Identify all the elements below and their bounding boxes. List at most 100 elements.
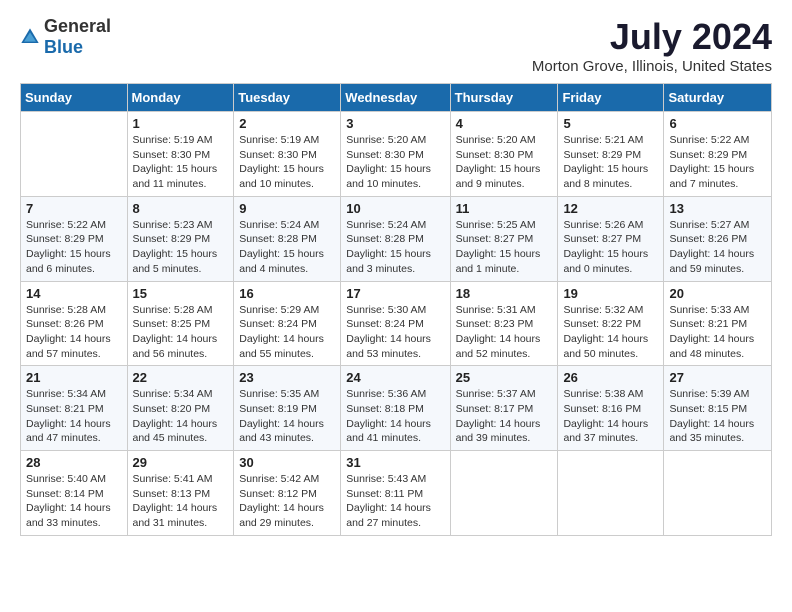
day-number: 6 xyxy=(669,116,766,131)
page-header: General Blue July 2024 Morton Grove, Ill… xyxy=(20,16,772,75)
day-info: Sunrise: 5:28 AMSunset: 8:25 PMDaylight:… xyxy=(133,303,229,362)
calendar-week-row: 7 Sunrise: 5:22 AMSunset: 8:29 PMDaylight… xyxy=(21,196,772,281)
calendar-cell: 30 Sunrise: 5:42 AMSunset: 8:12 PMDayligh… xyxy=(234,451,341,536)
day-info: Sunrise: 5:39 AMSunset: 8:15 PMDaylight:… xyxy=(669,387,766,446)
day-info: Sunrise: 5:33 AMSunset: 8:21 PMDaylight:… xyxy=(669,303,766,362)
day-info: Sunrise: 5:40 AMSunset: 8:14 PMDaylight:… xyxy=(26,472,122,531)
day-number: 8 xyxy=(133,201,229,216)
day-number: 2 xyxy=(239,116,335,131)
day-number: 17 xyxy=(346,286,444,301)
calendar-cell: 21Sunrise: 5:34 AMSunset: 8:21 PMDayligh… xyxy=(21,366,128,451)
day-number: 20 xyxy=(669,286,766,301)
day-info: Sunrise: 5:30 AMSunset: 8:24 PMDaylight:… xyxy=(346,303,444,362)
calendar-cell: 8 Sunrise: 5:23 AMSunset: 8:29 PMDaylight… xyxy=(127,196,234,281)
header-tuesday: Tuesday xyxy=(234,84,341,112)
day-info: Sunrise: 5:24 AMSunset: 8:28 PMDaylight:… xyxy=(346,218,444,277)
day-number: 1 xyxy=(133,116,229,131)
title-block: July 2024 Morton Grove, Illinois, United… xyxy=(532,16,772,75)
logo-blue: Blue xyxy=(44,37,83,57)
day-number: 7 xyxy=(26,201,122,216)
calendar-header-row: SundayMondayTuesdayWednesdayThursdayFrid… xyxy=(21,84,772,112)
calendar-cell: 3 Sunrise: 5:20 AMSunset: 8:30 PMDaylight… xyxy=(341,112,450,197)
header-monday: Monday xyxy=(127,84,234,112)
day-info: Sunrise: 5:25 AMSunset: 8:27 PMDaylight:… xyxy=(456,218,553,277)
logo-general: General xyxy=(44,16,111,36)
day-number: 4 xyxy=(456,116,553,131)
calendar-cell: 1 Sunrise: 5:19 AMSunset: 8:30 PMDaylight… xyxy=(127,112,234,197)
calendar-cell: 18 Sunrise: 5:31 AMSunset: 8:23 PMDayligh… xyxy=(450,281,558,366)
calendar-cell xyxy=(664,451,772,536)
day-info: Sunrise: 5:35 AMSunset: 8:19 PMDaylight:… xyxy=(239,387,335,446)
header-thursday: Thursday xyxy=(450,84,558,112)
day-number: 29 xyxy=(133,455,229,470)
calendar-week-row: 21Sunrise: 5:34 AMSunset: 8:21 PMDayligh… xyxy=(21,366,772,451)
calendar-cell: 23 Sunrise: 5:35 AMSunset: 8:19 PMDayligh… xyxy=(234,366,341,451)
day-info: Sunrise: 5:22 AMSunset: 8:29 PMDaylight:… xyxy=(669,133,766,192)
day-number: 9 xyxy=(239,201,335,216)
logo: General Blue xyxy=(20,16,111,58)
header-wednesday: Wednesday xyxy=(341,84,450,112)
day-info: Sunrise: 5:36 AMSunset: 8:18 PMDaylight:… xyxy=(346,387,444,446)
day-info: Sunrise: 5:20 AMSunset: 8:30 PMDaylight:… xyxy=(346,133,444,192)
day-number: 15 xyxy=(133,286,229,301)
day-info: Sunrise: 5:28 AMSunset: 8:26 PMDaylight:… xyxy=(26,303,122,362)
calendar-cell: 7 Sunrise: 5:22 AMSunset: 8:29 PMDaylight… xyxy=(21,196,128,281)
calendar-cell: 13Sunrise: 5:27 AMSunset: 8:26 PMDayligh… xyxy=(664,196,772,281)
day-info: Sunrise: 5:23 AMSunset: 8:29 PMDaylight:… xyxy=(133,218,229,277)
calendar-cell: 19 Sunrise: 5:32 AMSunset: 8:22 PMDayligh… xyxy=(558,281,664,366)
day-info: Sunrise: 5:19 AMSunset: 8:30 PMDaylight:… xyxy=(133,133,229,192)
day-info: Sunrise: 5:20 AMSunset: 8:30 PMDaylight:… xyxy=(456,133,553,192)
location-title: Morton Grove, Illinois, United States xyxy=(532,58,772,75)
calendar-cell: 16Sunrise: 5:29 AMSunset: 8:24 PMDayligh… xyxy=(234,281,341,366)
calendar-table: SundayMondayTuesdayWednesdayThursdayFrid… xyxy=(20,83,772,536)
calendar-cell: 20 Sunrise: 5:33 AMSunset: 8:21 PMDayligh… xyxy=(664,281,772,366)
calendar-cell: 5Sunrise: 5:21 AMSunset: 8:29 PMDaylight… xyxy=(558,112,664,197)
day-number: 16 xyxy=(239,286,335,301)
calendar-cell: 4 Sunrise: 5:20 AMSunset: 8:30 PMDaylight… xyxy=(450,112,558,197)
day-info: Sunrise: 5:31 AMSunset: 8:23 PMDaylight:… xyxy=(456,303,553,362)
day-number: 5 xyxy=(563,116,658,131)
day-number: 23 xyxy=(239,370,335,385)
day-number: 19 xyxy=(563,286,658,301)
day-info: Sunrise: 5:24 AMSunset: 8:28 PMDaylight:… xyxy=(239,218,335,277)
day-info: Sunrise: 5:19 AMSunset: 8:30 PMDaylight:… xyxy=(239,133,335,192)
day-info: Sunrise: 5:34 AMSunset: 8:20 PMDaylight:… xyxy=(133,387,229,446)
calendar-cell: 29 Sunrise: 5:41 AMSunset: 8:13 PMDayligh… xyxy=(127,451,234,536)
day-number: 24 xyxy=(346,370,444,385)
header-sunday: Sunday xyxy=(21,84,128,112)
day-number: 14 xyxy=(26,286,122,301)
calendar-cell: 28Sunrise: 5:40 AMSunset: 8:14 PMDayligh… xyxy=(21,451,128,536)
calendar-cell: 10Sunrise: 5:24 AMSunset: 8:28 PMDayligh… xyxy=(341,196,450,281)
day-number: 25 xyxy=(456,370,553,385)
day-number: 12 xyxy=(563,201,658,216)
calendar-cell: 17 Sunrise: 5:30 AMSunset: 8:24 PMDayligh… xyxy=(341,281,450,366)
day-number: 22 xyxy=(133,370,229,385)
day-number: 27 xyxy=(669,370,766,385)
calendar-cell: 2 Sunrise: 5:19 AMSunset: 8:30 PMDaylight… xyxy=(234,112,341,197)
calendar-cell: 24 Sunrise: 5:36 AMSunset: 8:18 PMDayligh… xyxy=(341,366,450,451)
calendar-cell xyxy=(558,451,664,536)
logo-icon xyxy=(20,27,40,47)
calendar-cell: 27 Sunrise: 5:39 AMSunset: 8:15 PMDayligh… xyxy=(664,366,772,451)
calendar-cell: 15 Sunrise: 5:28 AMSunset: 8:25 PMDayligh… xyxy=(127,281,234,366)
calendar-cell: 14 Sunrise: 5:28 AMSunset: 8:26 PMDayligh… xyxy=(21,281,128,366)
calendar-cell: 31Sunrise: 5:43 AMSunset: 8:11 PMDayligh… xyxy=(341,451,450,536)
day-info: Sunrise: 5:32 AMSunset: 8:22 PMDaylight:… xyxy=(563,303,658,362)
day-number: 3 xyxy=(346,116,444,131)
day-info: Sunrise: 5:42 AMSunset: 8:12 PMDaylight:… xyxy=(239,472,335,531)
day-info: Sunrise: 5:38 AMSunset: 8:16 PMDaylight:… xyxy=(563,387,658,446)
calendar-week-row: 1 Sunrise: 5:19 AMSunset: 8:30 PMDaylight… xyxy=(21,112,772,197)
day-number: 30 xyxy=(239,455,335,470)
calendar-cell: 25Sunrise: 5:37 AMSunset: 8:17 PMDayligh… xyxy=(450,366,558,451)
header-saturday: Saturday xyxy=(664,84,772,112)
day-number: 18 xyxy=(456,286,553,301)
day-info: Sunrise: 5:22 AMSunset: 8:29 PMDaylight:… xyxy=(26,218,122,277)
day-info: Sunrise: 5:41 AMSunset: 8:13 PMDaylight:… xyxy=(133,472,229,531)
calendar-cell: 12Sunrise: 5:26 AMSunset: 8:27 PMDayligh… xyxy=(558,196,664,281)
calendar-cell: 11Sunrise: 5:25 AMSunset: 8:27 PMDayligh… xyxy=(450,196,558,281)
day-number: 21 xyxy=(26,370,122,385)
calendar-week-row: 28Sunrise: 5:40 AMSunset: 8:14 PMDayligh… xyxy=(21,451,772,536)
calendar-cell xyxy=(450,451,558,536)
calendar-cell: 9 Sunrise: 5:24 AMSunset: 8:28 PMDaylight… xyxy=(234,196,341,281)
day-number: 13 xyxy=(669,201,766,216)
